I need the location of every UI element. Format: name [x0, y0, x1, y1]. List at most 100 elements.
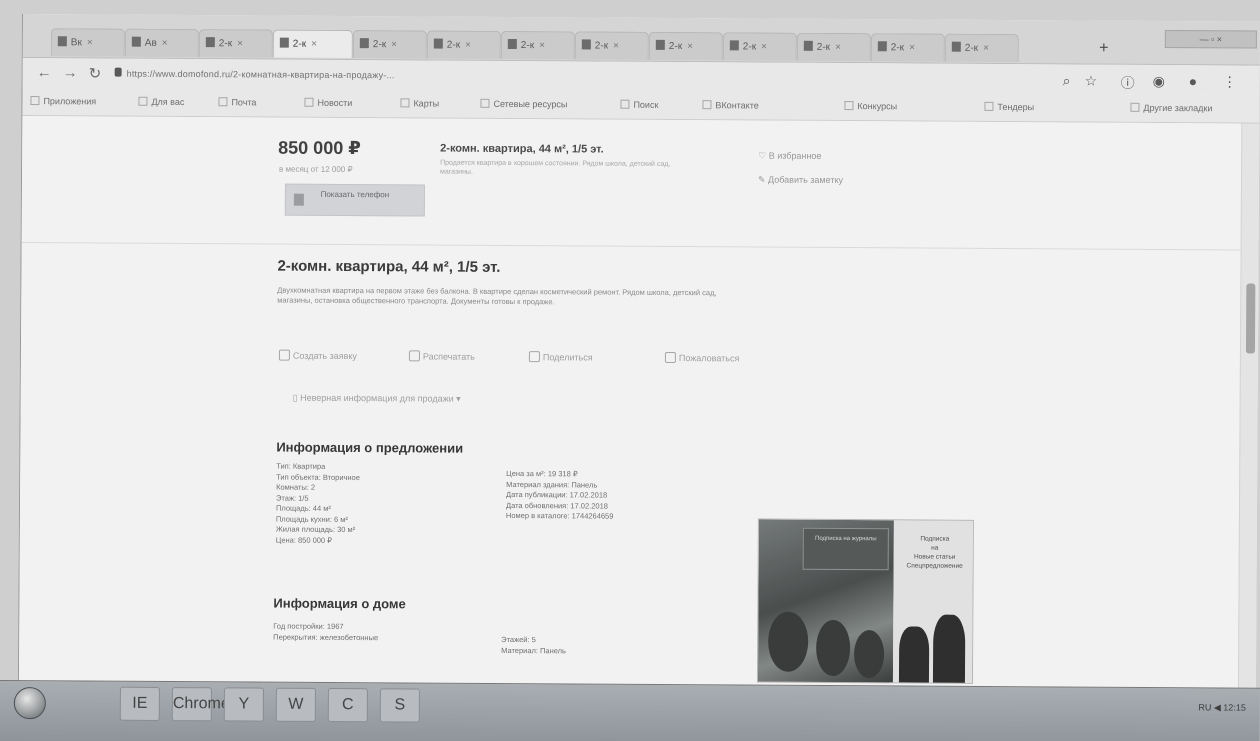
taskbar-app-yandex[interactable]: Y [223, 687, 264, 722]
browser-tab-active[interactable]: 2-к × [272, 29, 353, 59]
favicon-icon [131, 36, 141, 47]
extension-icon[interactable]: ● [1189, 73, 1198, 89]
ad-text: Подписка на Новые статьи Спецпредложение [906, 535, 963, 570]
scrollbar-thumb[interactable] [1245, 283, 1256, 354]
taskbar-app-ie[interactable]: IE [119, 686, 160, 721]
divider [21, 242, 1242, 251]
close-icon[interactable]: × [237, 38, 243, 49]
browser-tab[interactable]: Ав × [124, 28, 199, 58]
browser-tab[interactable]: 2-к × [352, 30, 427, 59]
close-icon[interactable]: × [465, 40, 471, 51]
browser-tab[interactable]: 2-к × [648, 31, 723, 61]
house-info-left: Год постройки: 1967 Перекрытия: железобе… [273, 621, 379, 642]
ad-person [898, 626, 930, 684]
bookmark-item[interactable]: Тендеры [984, 101, 1034, 112]
bookmark-item[interactable]: ВКонтакте [702, 100, 759, 111]
browser-tab[interactable]: 2-к × [944, 33, 1019, 63]
screen: Вк × Ав × 2-к × 2-к × 2-к × 2-к × 2-к × 2-к × 2-… [17, 14, 1260, 740]
page-content: 850 000 ₽ в месяц от 12 000 ₽ Показать т… [18, 116, 1243, 698]
favicon-icon [433, 38, 443, 49]
zoom-icon[interactable]: ⌕ [1063, 72, 1071, 89]
browser-tab[interactable]: 2-к × [870, 33, 945, 62]
bookmark-item[interactable]: Конкурсы [844, 101, 897, 111]
bookmark-item[interactable]: Поиск [620, 99, 658, 110]
close-icon[interactable]: × [311, 39, 317, 50]
browser-tab[interactable]: 2-к × [198, 29, 273, 58]
ad-text-panel: Подписка на Новые статьи Спецпредложение [892, 520, 974, 684]
close-icon[interactable]: × [909, 42, 915, 53]
favicon-icon [205, 37, 215, 48]
close-icon[interactable]: × [87, 37, 93, 48]
info-icon[interactable]: ⓘ [1121, 73, 1135, 93]
favicon-icon [803, 40, 813, 51]
start-button[interactable] [13, 687, 46, 720]
favicon-icon [359, 38, 369, 49]
close-icon[interactable]: × [162, 38, 168, 49]
favicon-icon [581, 39, 591, 50]
advertisement-banner[interactable]: Подписка на журналы Подписка на Новые ст… [756, 518, 974, 684]
create-request-button[interactable]: Создать заявку [278, 349, 357, 361]
add-to-favorites-link[interactable]: ♡ В избранное [758, 150, 821, 161]
ad-photo: Подписка на журналы [757, 519, 894, 684]
favicon-icon [655, 39, 665, 50]
close-icon[interactable]: × [835, 42, 841, 53]
system-tray[interactable]: RU ◀ 12:15 [1050, 701, 1246, 724]
browser-tab[interactable]: 2-к × [500, 30, 575, 60]
close-icon[interactable]: × [613, 41, 619, 52]
window-controls[interactable]: — ▫ × [1164, 29, 1257, 49]
taskbar-app-chrome[interactable]: Chrome [171, 687, 230, 722]
forward-arrow-icon[interactable]: → [63, 64, 78, 81]
report-button[interactable]: Пожаловаться [664, 351, 740, 363]
close-icon[interactable]: × [761, 42, 767, 53]
ad-person [932, 614, 966, 684]
pin-icon [984, 101, 994, 111]
offer-info-right: Цена за м²: 19 318 ₽ Материал здания: Па… [505, 468, 614, 521]
bookmark-item[interactable]: Другие закладки [1130, 102, 1212, 113]
bookmark-item[interactable]: Сетевые ресурсы [480, 98, 567, 109]
show-phone-button[interactable]: Показать телефон [284, 183, 425, 217]
incorrect-info-link[interactable]: ▯ Неверная информация для продажи ▾ [293, 393, 461, 405]
offer-info-title: Информация о предложении [276, 439, 464, 456]
browser-tab[interactable]: 2-к × [574, 31, 649, 60]
folder-icon [620, 99, 630, 109]
bookmark-item[interactable]: Для вас [138, 96, 184, 107]
summary-description: Продается квартира в хорошем состоянии. … [440, 159, 671, 176]
url-field[interactable]: https://www.domofond.ru/2-комнатная-квар… [127, 69, 395, 81]
close-icon[interactable]: × [391, 39, 397, 50]
add-note-link[interactable]: ✎ Добавить заметку [758, 174, 843, 186]
browser-tab[interactable]: 2-к × [796, 32, 871, 62]
vertical-scrollbar[interactable] [1237, 123, 1260, 698]
share-button[interactable]: Поделиться [528, 351, 593, 363]
listing-title: 2-комн. квартира, 44 м², 1/5 эт. [277, 257, 501, 276]
close-icon[interactable]: × [687, 41, 693, 52]
bookmark-item[interactable]: Карты [400, 98, 439, 109]
favicon-icon [279, 37, 289, 48]
price: 850 000 ₽ [278, 137, 361, 159]
new-tab-button[interactable]: + [1094, 39, 1114, 59]
request-icon [278, 349, 290, 361]
close-icon[interactable]: × [539, 40, 545, 51]
back-arrow-icon[interactable]: ← [37, 64, 52, 81]
close-icon[interactable]: × [983, 43, 989, 54]
favicon-icon [729, 40, 739, 51]
bookmark-item[interactable]: Почта [218, 97, 256, 107]
taskbar-app-ccleaner[interactable]: C [327, 688, 368, 723]
folder-icon [304, 97, 314, 107]
chart-icon [844, 101, 854, 111]
bookmark-item[interactable]: Новости [304, 97, 352, 108]
star-icon[interactable]: ☆ [1085, 72, 1098, 89]
bookmark-item[interactable]: Приложения [30, 96, 96, 106]
account-icon[interactable]: ◉ [1153, 73, 1165, 90]
browser-tab[interactable]: Вк × [50, 28, 125, 57]
reload-icon[interactable]: ↻ [89, 64, 102, 82]
phone-icon [293, 193, 304, 206]
taskbar-app-word[interactable]: W [275, 687, 316, 722]
browser-tab[interactable]: 2-к × [722, 32, 797, 61]
print-button[interactable]: Распечатать [408, 350, 475, 362]
house-info-title: Информация о доме [273, 595, 406, 612]
heart-icon: ♡ [758, 150, 769, 161]
menu-icon[interactable]: ⋮ [1223, 73, 1237, 90]
browser-tab[interactable]: 2-к × [426, 30, 501, 59]
share-icon [528, 351, 540, 363]
taskbar-app-skype[interactable]: S [379, 688, 420, 723]
